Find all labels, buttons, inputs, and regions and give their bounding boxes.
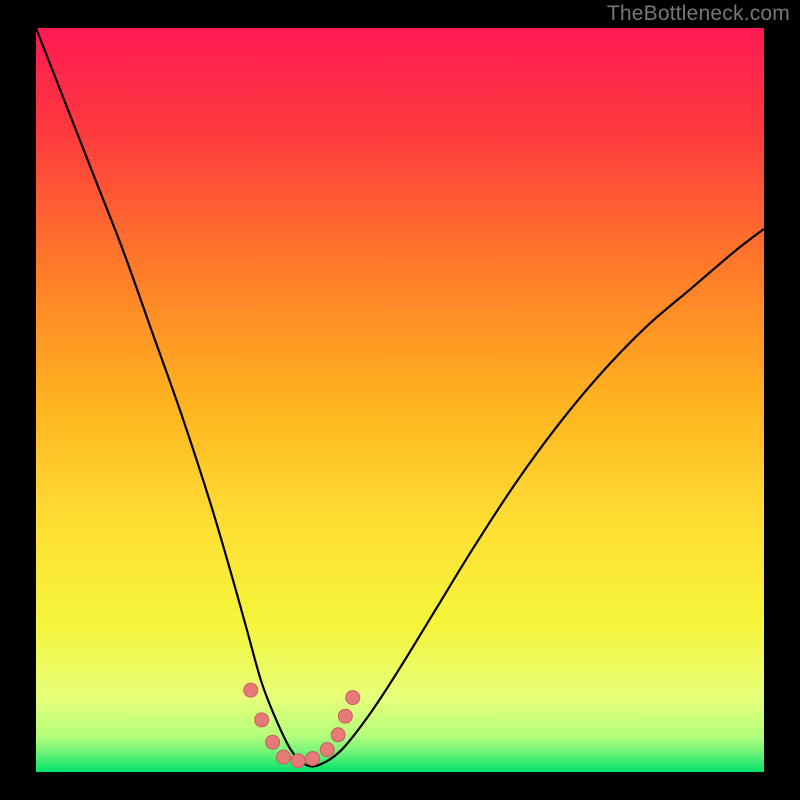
curve-dot (320, 743, 334, 757)
curve-layer (36, 28, 764, 772)
curve-dot (255, 713, 269, 727)
curve-dot (266, 735, 280, 749)
bottleneck-curve (36, 28, 764, 766)
chart-frame: TheBottleneck.com (0, 0, 800, 800)
curve-dot (291, 754, 305, 768)
curve-dot (331, 728, 345, 742)
curve-dot (338, 709, 352, 723)
plot-area (36, 28, 764, 772)
curve-dot (244, 683, 258, 697)
curve-dot (346, 691, 360, 705)
curve-dot (277, 750, 291, 764)
curve-dot (306, 752, 320, 766)
watermark-text: TheBottleneck.com (607, 2, 790, 26)
